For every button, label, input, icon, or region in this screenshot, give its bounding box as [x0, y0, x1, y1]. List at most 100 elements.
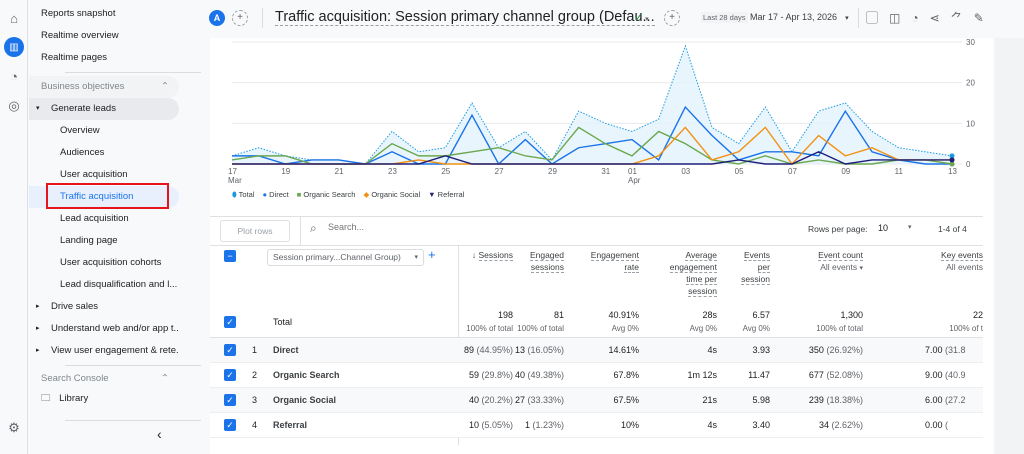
legend-marker-icon: ● [262, 190, 268, 199]
nav-audiences[interactable]: Audiences [29, 142, 179, 164]
compare-icon[interactable]: ◫ [889, 11, 911, 25]
nav-reports-snapshot[interactable]: Reports snapshot [29, 3, 179, 25]
legend-item-total[interactable]: ⬮ Total [232, 190, 255, 200]
total-value: 28s [702, 310, 717, 320]
explore-icon[interactable]: ◔ [4, 66, 24, 86]
row-checkbox[interactable]: ✓ [224, 394, 236, 406]
column-label: Sessions [478, 250, 513, 261]
check-circle-icon[interactable]: ✓ ▾ [634, 11, 649, 24]
column-header-2[interactable]: Engagement rate [584, 249, 639, 273]
row-checkbox[interactable]: ✓ [224, 419, 236, 431]
line-chart: 0 10 20 30 17Mar 19 21 23 25 27 29 31 01Apr 03 05 07 09 1… [228, 38, 975, 185]
scrollbar[interactable] [995, 38, 1024, 454]
column-header-1[interactable]: Engaged sessions [514, 249, 564, 273]
row-number: 3 [252, 395, 258, 405]
row-value: 59 (29.8%) [469, 370, 513, 380]
percent: (33.33%) [527, 395, 564, 405]
value: 13 [514, 345, 525, 355]
column-label: Event count [818, 250, 863, 261]
row-checkbox[interactable]: ✓ [224, 369, 236, 381]
date-range-value: Mar 17 - Apr 13, 2026 [750, 12, 838, 22]
search-input[interactable] [328, 222, 628, 232]
notes-icon[interactable]: ▢ [866, 11, 889, 25]
rows-per-page-value: 10 [878, 223, 889, 233]
value: 1 [524, 420, 530, 430]
nav-library[interactable]: 🗀 Library [29, 388, 179, 410]
column-filter[interactable]: All events [933, 261, 983, 273]
value: 89 [463, 345, 474, 355]
add-filter-button[interactable]: + [664, 10, 680, 26]
dimension-select[interactable]: Session primary...Channel Group) ▾ [267, 249, 424, 266]
legend-label: Total [238, 190, 255, 199]
group-drive-sales[interactable]: ▸ Drive sales [29, 296, 179, 318]
row-value: 34 (2.62%) [819, 420, 863, 430]
pagination-label: 1-4 of 4 [938, 224, 967, 234]
x-tick-label: 17 [228, 167, 237, 176]
nav-lead-disqualification[interactable]: Lead disqualification and l... [29, 274, 179, 296]
edit-icon[interactable]: ✎ [974, 11, 995, 25]
settings-icon[interactable]: ⚙ [4, 418, 24, 438]
section-search-console[interactable]: Search Console ⌃ [29, 368, 179, 390]
insights-icon[interactable]: ◔ [911, 11, 929, 25]
column-header-0[interactable]: ↓ Sessions [453, 249, 513, 261]
legend-item-organic_social[interactable]: ◆ Organic Social [363, 190, 420, 200]
caret-down-icon: ▾ [36, 105, 40, 112]
table-row: ✓ 2 Organic Search 59 (29.8%) 40 (49.38%) 6… [210, 363, 983, 388]
x-tick-sublabel: Apr [628, 176, 641, 185]
caret-right-icon: ▸ [36, 303, 40, 310]
legend-item-organic_search[interactable]: ■ Organic Search [297, 190, 356, 200]
date-range-picker[interactable]: Mar 17 - Apr 13, 2026 ▾ [750, 12, 849, 22]
column-header-3[interactable]: Average engagement time per session [661, 249, 717, 297]
home-icon[interactable]: ⌂ [4, 8, 24, 28]
search-icon: ⌕ [310, 221, 317, 235]
legend-item-referral[interactable]: ▼ Referral [428, 190, 464, 200]
column-header-6[interactable]: Key events All events [933, 249, 983, 273]
plot-rows-button[interactable]: Plot rows [220, 220, 290, 242]
row-channel-name[interactable]: Organic Social [273, 395, 336, 405]
divider [858, 8, 859, 28]
column-header-5[interactable]: Event count All events ▾ [793, 249, 863, 275]
nav-landing-page[interactable]: Landing page [29, 230, 179, 252]
caret-right-icon: ▸ [36, 347, 40, 354]
section-business-objectives[interactable]: Business objectives ⌃ [29, 76, 179, 98]
chevron-left-icon[interactable]: ‹ [157, 426, 162, 442]
value: 0.00 [925, 420, 943, 430]
add-comparison-button[interactable]: + [232, 10, 248, 26]
group-generate-leads[interactable]: ▾ Generate leads [29, 98, 179, 120]
page-title[interactable]: Traffic acquisition: Session primary cha… [275, 9, 655, 26]
value: 239 [808, 395, 824, 405]
y-tick-label: 30 [966, 38, 975, 47]
nav-realtime-overview[interactable]: Realtime overview [29, 25, 179, 47]
row-value: 4s [707, 345, 717, 355]
add-dimension-button[interactable]: + [428, 247, 436, 262]
row-channel-name[interactable]: Referral [273, 420, 307, 430]
nav-overview[interactable]: Overview [29, 120, 179, 142]
column-header-4[interactable]: Events per session [730, 249, 770, 285]
select-all-checkbox[interactable]: − [224, 250, 236, 262]
avatar[interactable]: A [209, 10, 225, 26]
row-channel-name[interactable]: Organic Search [273, 370, 340, 380]
column-label: Average engagement time per session [669, 250, 717, 297]
percent: (26.92%) [826, 345, 863, 355]
reports-icon[interactable]: ▥ [4, 37, 24, 57]
group-view-engagement[interactable]: ▸ View user engagement & rete... [29, 340, 179, 362]
value: 6.00 [925, 395, 943, 405]
nav-realtime-pages[interactable]: Realtime pages [29, 47, 179, 69]
row-channel-name[interactable]: Direct [273, 345, 299, 355]
rows-per-page-select[interactable]: 10 ▾ [878, 223, 918, 233]
legend-label: Organic Social [371, 190, 421, 199]
group-label: Drive sales [51, 301, 98, 312]
nav-lead-acquisition[interactable]: Lead acquisition [29, 208, 179, 230]
nav-user-acquisition-cohorts[interactable]: User acquisition cohorts [29, 252, 179, 274]
row-value: 3.93 [752, 345, 770, 355]
chevron-up-icon: ⌃ [161, 81, 169, 92]
column-filter[interactable]: All events ▾ [793, 261, 863, 275]
trend-icon[interactable]: ⺈ [951, 11, 974, 25]
row-number: 2 [252, 370, 258, 380]
advertising-icon[interactable]: ◎ [4, 96, 24, 116]
total-checkbox[interactable]: ✓ [224, 316, 236, 328]
group-understand-web[interactable]: ▸ Understand web and/or app t... [29, 318, 179, 340]
legend-item-direct[interactable]: ● Direct [263, 190, 289, 200]
row-checkbox[interactable]: ✓ [224, 344, 236, 356]
share-icon[interactable]: ⋖ [930, 11, 951, 25]
